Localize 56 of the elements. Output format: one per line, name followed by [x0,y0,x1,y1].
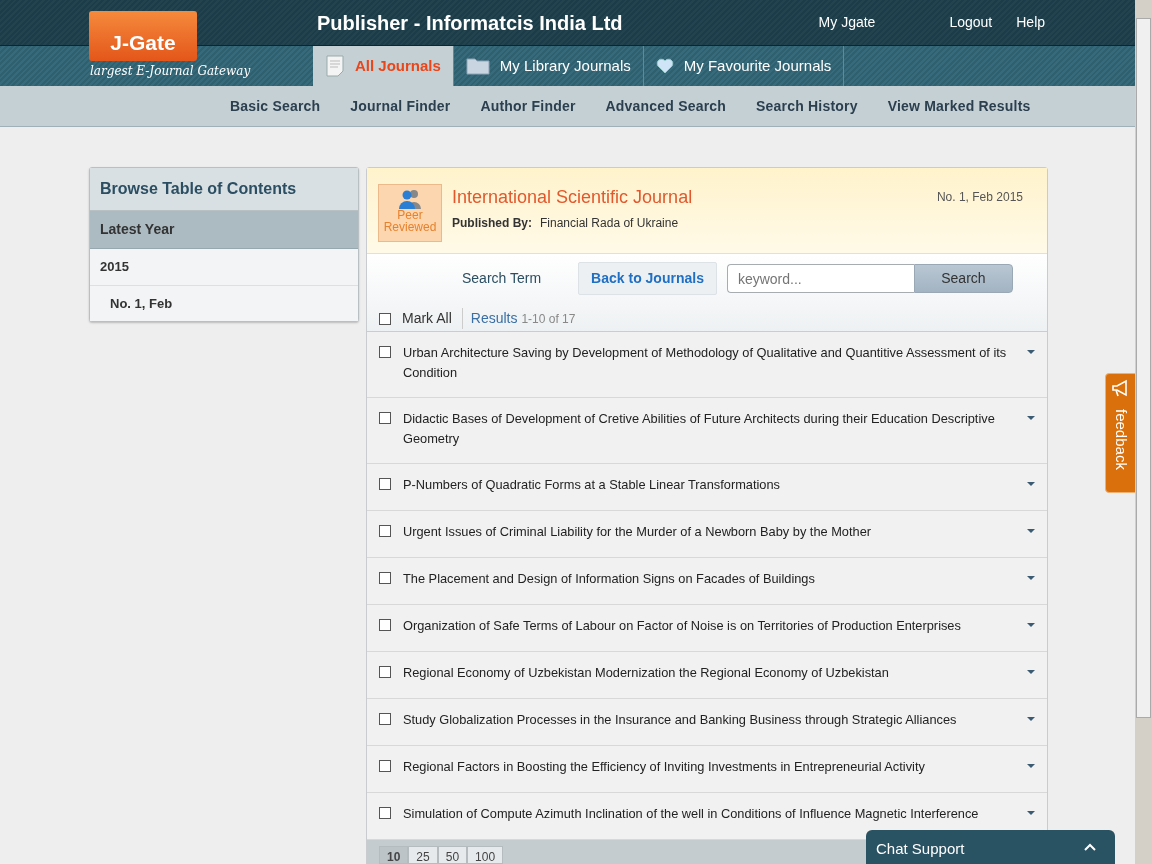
publisher-label: Published By: [452,215,532,232]
checkbox[interactable] [379,666,391,678]
search-term-label: Search Term [462,269,542,288]
caret-icon[interactable] [1027,350,1035,354]
checkbox[interactable] [379,713,391,725]
back-button[interactable]: Back to Journals [578,262,717,295]
search-button[interactable]: Search [913,264,1013,293]
nav-link[interactable]: Search History [756,95,858,117]
caret-icon[interactable] [1027,576,1035,580]
chat-label: Chat Support [876,839,965,859]
heart-icon [655,58,674,74]
checkbox[interactable] [379,807,391,819]
badge-label: Peer Reviewed [382,209,438,233]
keyword-field[interactable]: keyword... [726,264,914,293]
sidebar-item[interactable]: No. 1, Feb [90,285,358,321]
issue-label: No. 1, Feb 2015 [936,189,1023,206]
mark-all-label[interactable]: Mark All [402,308,452,329]
page-size-option[interactable]: 50 [437,846,468,864]
logo-tagline: largest E-Journal Gateway [90,63,251,80]
header-link[interactable]: Help [1016,12,1046,33]
page-size-option[interactable]: 25 [408,846,438,864]
caret-icon[interactable] [1027,670,1035,674]
caret-icon[interactable] [1027,811,1035,815]
nav-link[interactable]: Author Finder [480,95,576,117]
caret-icon[interactable] [1027,623,1035,627]
caret-icon[interactable] [1027,717,1035,721]
results-count: Results 1-10 of 17 [461,308,576,329]
sidebar-item[interactable]: 2015 [90,249,358,286]
caret-icon[interactable] [1027,482,1035,486]
folder-icon [465,57,490,75]
header-link[interactable]: My Jgate [818,12,876,33]
checkbox[interactable] [379,760,391,772]
header-link[interactable]: Logout [949,12,993,33]
people-icon [396,189,424,209]
page-size-option[interactable]: 10 [379,846,409,864]
publisher-name: Financial Rada of Ukraine [540,215,679,232]
checkbox[interactable] [379,478,391,490]
sidebar-section: Latest Year [90,211,358,249]
nav-link[interactable]: Advanced Search [605,95,727,117]
sidebar-title: Browse Table of Contents [90,168,358,211]
checkbox[interactable] [379,572,391,584]
page-icon [325,55,345,77]
checkbox[interactable] [379,346,391,358]
nav-link[interactable]: Basic Search [230,95,321,117]
page-size-option[interactable]: 100 [467,846,504,864]
site-title: Publisher - Informatcis India Ltd [317,10,623,36]
checkbox[interactable] [379,619,391,631]
caret-icon[interactable] [1027,529,1035,533]
caret-icon[interactable] [1027,416,1035,420]
checkbox[interactable] [379,525,391,537]
checkbox[interactable] [379,312,391,325]
checkbox[interactable] [379,412,391,424]
nav-link[interactable]: View Marked Results [887,95,1031,117]
chat-support-bar[interactable]: Chat Support [866,830,1115,864]
caret-icon[interactable] [1027,764,1035,768]
nav-link[interactable]: Journal Finder [350,95,451,117]
